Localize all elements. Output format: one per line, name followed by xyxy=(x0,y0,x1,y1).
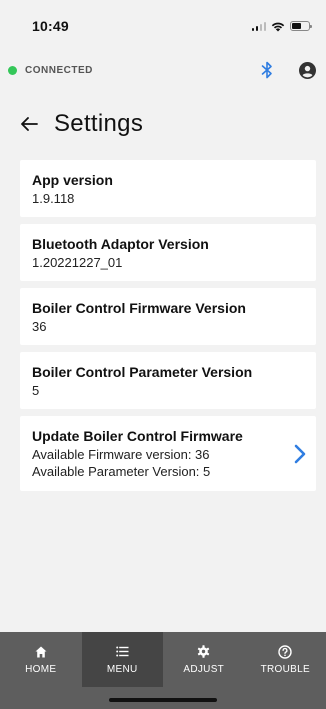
connection-status-label: CONNECTED xyxy=(25,64,93,76)
settings-list: App version 1.9.118 Bluetooth Adaptor Ve… xyxy=(20,160,316,498)
nav-label: HOME xyxy=(25,663,57,675)
status-time: 10:49 xyxy=(32,18,69,34)
setting-title: Boiler Control Firmware Version xyxy=(32,300,246,316)
setting-title: App version xyxy=(32,172,113,188)
setting-value: 1.20221227_01 xyxy=(32,255,123,270)
nav-adjust[interactable]: ADJUST xyxy=(163,632,245,687)
cellular-signal-icon xyxy=(251,21,266,31)
bluetooth-icon[interactable] xyxy=(258,61,276,79)
nav-label: MENU xyxy=(106,663,138,675)
setting-value: 36 xyxy=(32,319,47,334)
available-firmware-version: Available Firmware version: 36 xyxy=(32,447,210,462)
nav-label: TROUBLE xyxy=(260,663,310,675)
setting-title: Bluetooth Adaptor Version xyxy=(32,236,209,252)
connection-status-dot xyxy=(8,65,17,75)
home-indicator xyxy=(109,698,217,702)
parameter-version-card: Boiler Control Parameter Version 5 xyxy=(20,352,316,409)
nav-home[interactable]: HOME xyxy=(0,632,82,687)
help-icon xyxy=(278,644,292,659)
battery-icon xyxy=(290,21,312,31)
connection-bar: CONNECTED xyxy=(0,56,326,84)
gear-icon xyxy=(197,645,211,659)
back-arrow-icon[interactable] xyxy=(18,113,40,135)
app-version-card: App version 1.9.118 xyxy=(20,160,316,217)
nav-trouble[interactable]: TROUBLE xyxy=(245,632,326,687)
wifi-icon xyxy=(271,22,285,31)
menu-icon xyxy=(115,645,129,659)
chevron-right-icon[interactable] xyxy=(292,442,308,466)
firmware-version-card: Boiler Control Firmware Version 36 xyxy=(20,288,316,345)
setting-value: 1.9.118 xyxy=(32,191,75,206)
update-title: Update Boiler Control Firmware xyxy=(32,428,243,444)
system-icons xyxy=(251,21,312,32)
available-parameter-version: Available Parameter Version: 5 xyxy=(32,464,211,479)
nav-label: ADJUST xyxy=(183,663,225,675)
page-header: Settings xyxy=(0,104,326,144)
status-bar: 10:49 xyxy=(0,0,326,52)
nav-menu[interactable]: MENU xyxy=(81,632,163,687)
home-icon xyxy=(34,645,48,659)
setting-value: 5 xyxy=(32,383,40,398)
account-icon[interactable] xyxy=(298,61,316,79)
setting-title: Boiler Control Parameter Version xyxy=(32,364,253,380)
page-title: Settings xyxy=(54,110,144,137)
update-firmware-card[interactable]: Update Boiler Control Firmware Available… xyxy=(20,416,316,491)
bluetooth-adaptor-version-card: Bluetooth Adaptor Version 1.20221227_01 xyxy=(20,224,316,281)
bottom-navigation: HOME MENU ADJUST TROUBLE xyxy=(0,632,326,709)
